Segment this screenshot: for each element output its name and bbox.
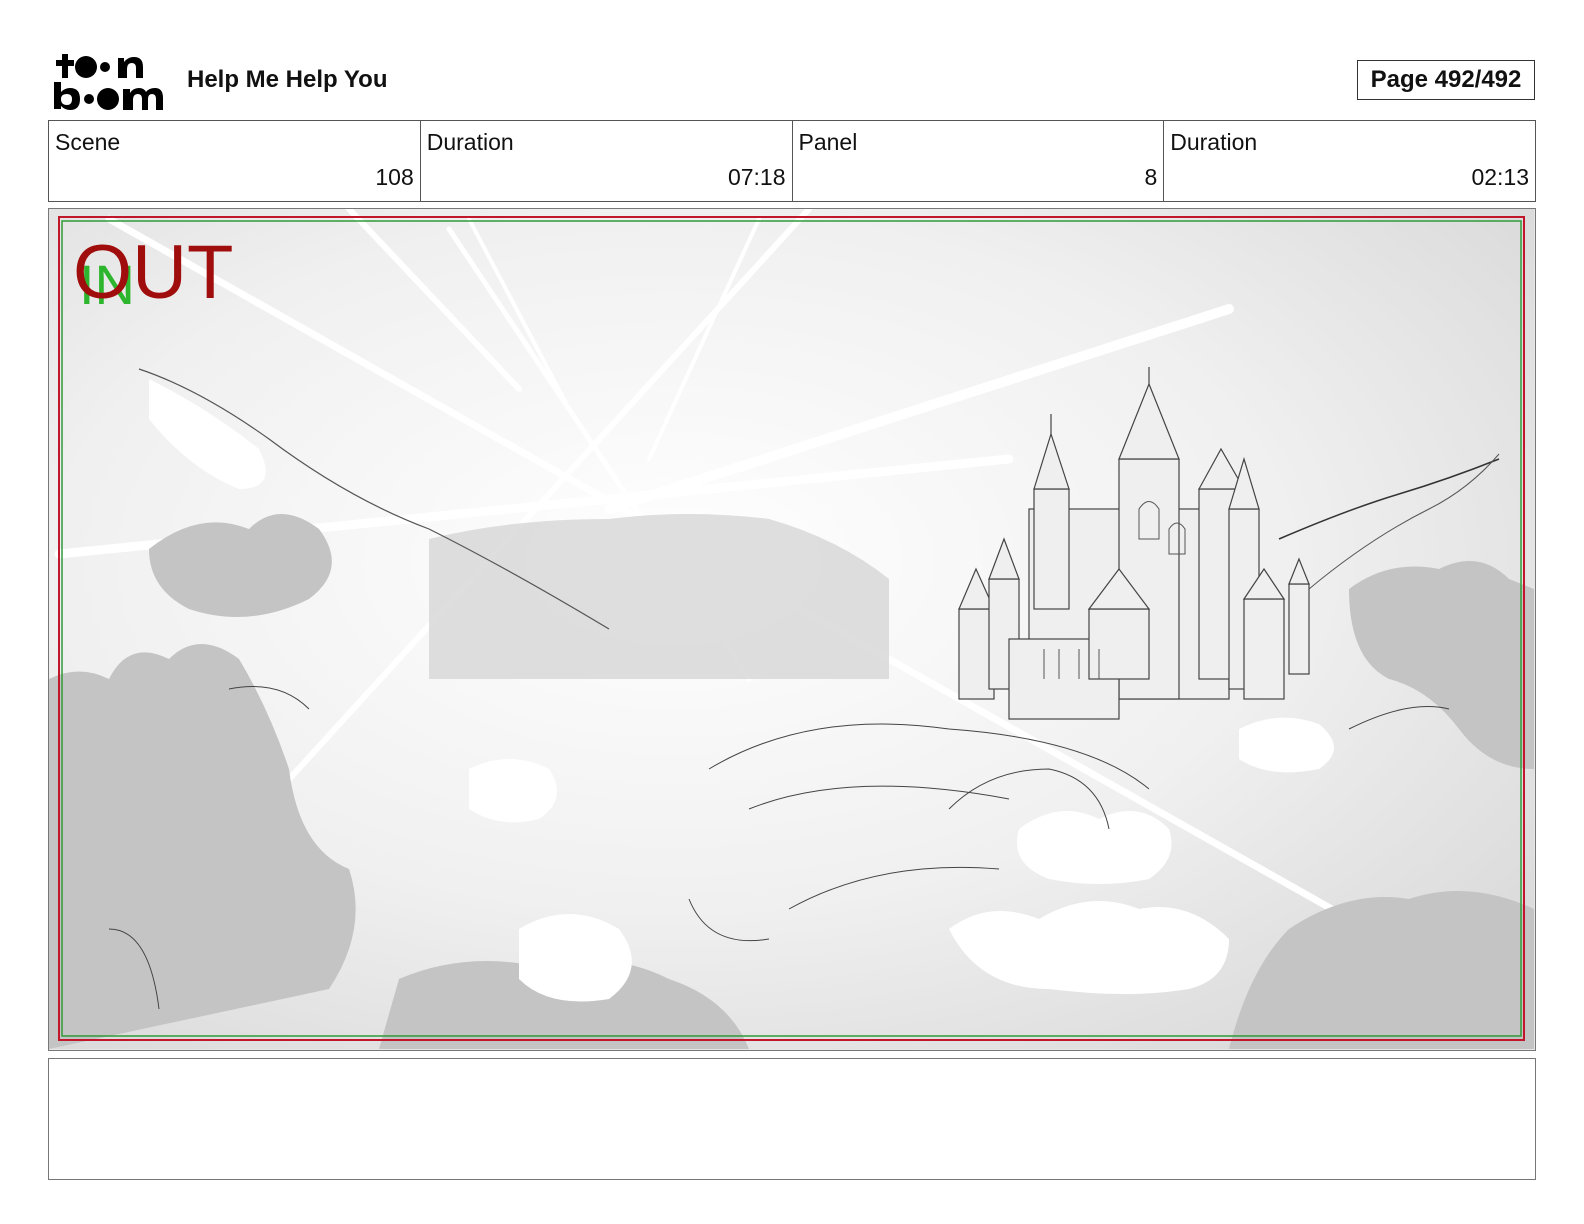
castle-sketch-image	[49, 209, 1534, 1049]
panel-notes-box	[48, 1058, 1536, 1180]
panel-duration-label: Duration	[1170, 129, 1258, 155]
toonboom-logo-icon	[54, 54, 163, 110]
scene-cell: Scene 108	[49, 121, 421, 201]
panel-label: Panel	[798, 129, 858, 155]
panel-value: 8	[1144, 164, 1158, 190]
panel-cell: Panel 8	[793, 121, 1165, 201]
scene-label: Scene	[55, 129, 121, 155]
scene-duration-label: Duration	[426, 129, 514, 155]
scene-info-table: Scene 108 Duration 07:18 Panel 8 Duratio…	[48, 120, 1536, 202]
page-indicator: Page 492/492	[1357, 60, 1535, 100]
panel-duration-value: 02:13	[1471, 164, 1529, 190]
out-label: OUT	[73, 230, 234, 315]
scene-value: 108	[375, 164, 414, 190]
storyboard-panel: IN OUT	[48, 208, 1536, 1051]
panel-duration-cell: Duration 02:13	[1164, 121, 1535, 201]
in-out-marker: IN OUT	[73, 235, 253, 315]
scene-duration-cell: Duration 07:18	[421, 121, 793, 201]
toonboom-logo	[52, 50, 164, 112]
scene-duration-value: 07:18	[727, 164, 786, 190]
document-title: Help Me Help You	[187, 66, 388, 93]
